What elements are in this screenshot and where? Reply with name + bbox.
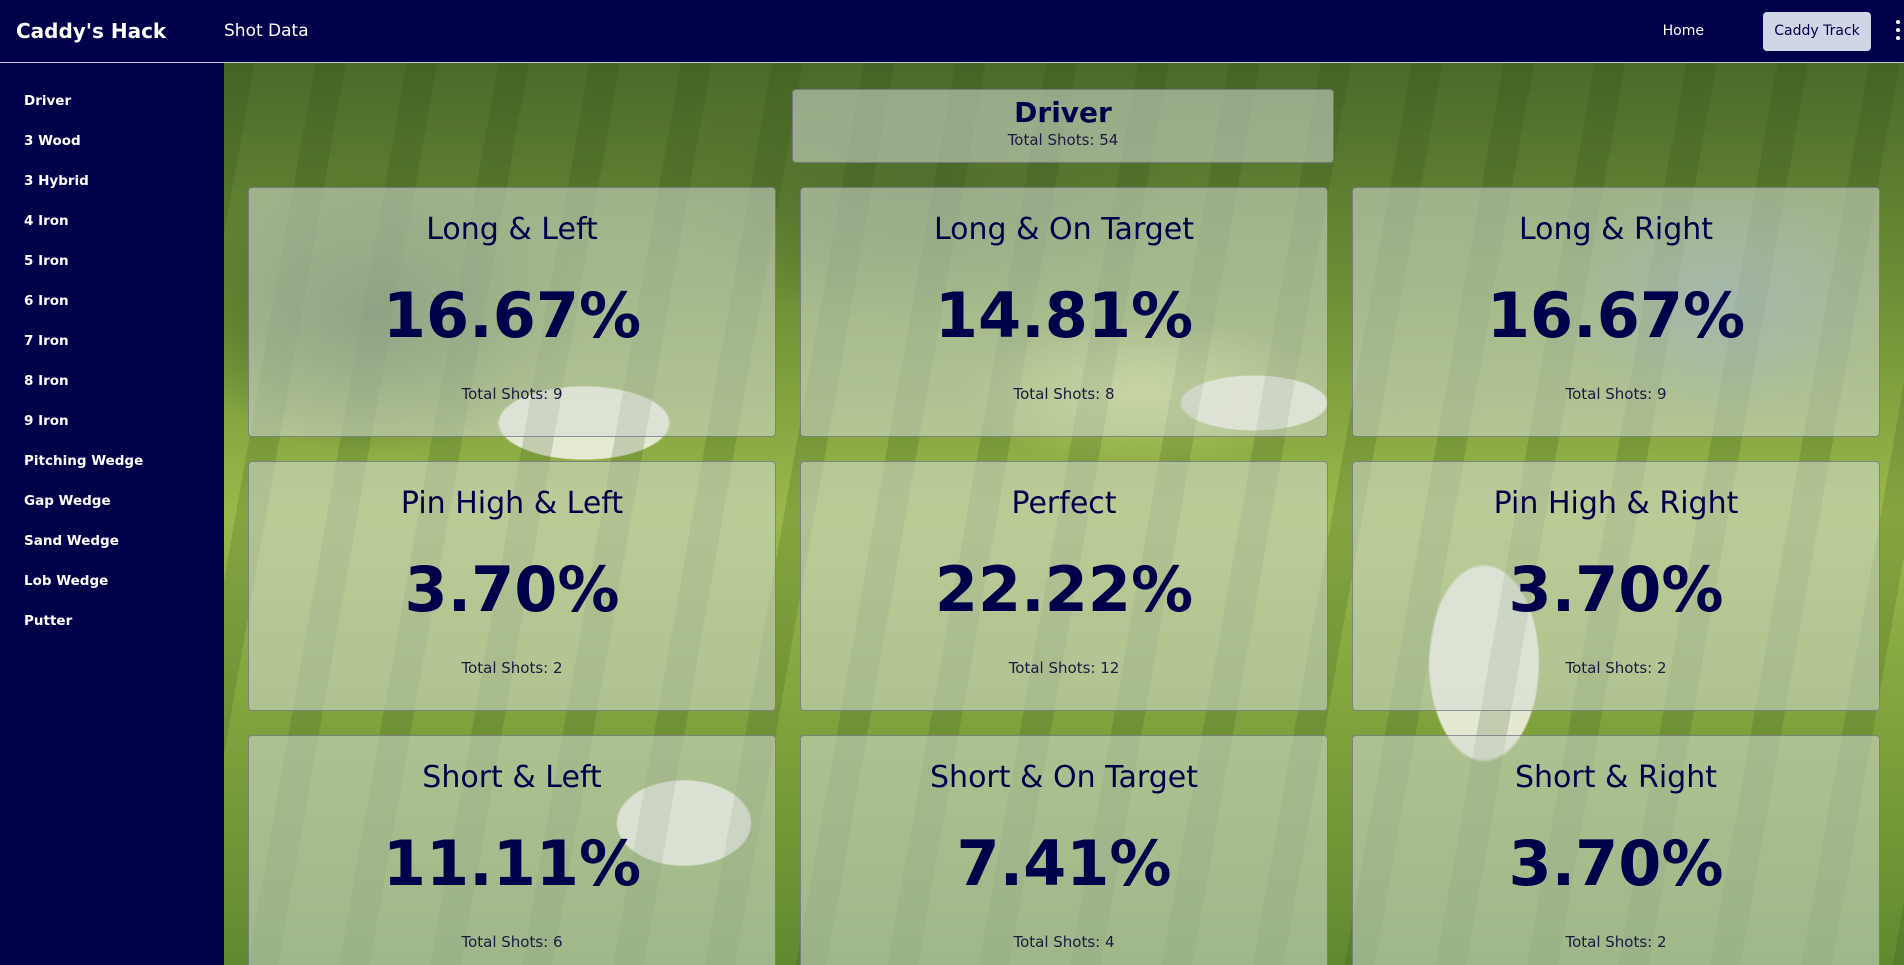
- page-title: Shot Data: [224, 21, 309, 41]
- card-title: Perfect: [1011, 486, 1117, 521]
- card-title: Pin High & Right: [1493, 486, 1739, 521]
- card-total-shots: Total Shots: 2: [1565, 659, 1667, 677]
- card-total-shots: Total Shots: 9: [1565, 385, 1667, 403]
- sidebar-item-8-iron[interactable]: 8 Iron: [0, 361, 224, 401]
- sidebar-item-pitching-wedge[interactable]: Pitching Wedge: [0, 441, 224, 481]
- card-title: Long & Right: [1518, 212, 1714, 247]
- card-percent: 3.70%: [1508, 553, 1724, 626]
- club-list: Driver 3 Wood 3 Hybrid 4 Iron 5 Iron 6 I…: [0, 63, 224, 641]
- sidebar-item-lob-wedge[interactable]: Lob Wedge: [0, 561, 224, 601]
- card-percent: 11.11%: [382, 827, 642, 900]
- card-percent: 3.70%: [1508, 827, 1724, 900]
- sidebar-item-gap-wedge[interactable]: Gap Wedge: [0, 481, 224, 521]
- sidebar-item-3-hybrid[interactable]: 3 Hybrid: [0, 161, 224, 201]
- card-percent: 16.67%: [1486, 279, 1746, 352]
- club-summary-header: Driver Total Shots: 54: [792, 89, 1334, 163]
- sidebar-item-7-iron[interactable]: 7 Iron: [0, 321, 224, 361]
- shot-card-short-on-target: Short & On Target 7.41% Total Shots: 4: [800, 735, 1328, 965]
- card-total-shots: Total Shots: 12: [1008, 659, 1120, 677]
- shot-data-main: Driver Total Shots: 54 Long & Left 16.67…: [224, 63, 1904, 965]
- shot-card-pin-high-left: Pin High & Left 3.70% Total Shots: 2: [248, 461, 776, 711]
- card-title: Long & Left: [426, 212, 598, 247]
- club-total-shots: Total Shots: 54: [1007, 131, 1119, 149]
- shot-card-short-left: Short & Left 11.11% Total Shots: 6: [248, 735, 776, 965]
- shot-card-long-left: Long & Left 16.67% Total Shots: 9: [248, 187, 776, 437]
- card-total-shots: Total Shots: 2: [461, 659, 563, 677]
- caddy-track-button[interactable]: Caddy Track: [1763, 12, 1871, 51]
- sidebar-item-6-iron[interactable]: 6 Iron: [0, 281, 224, 321]
- top-app-bar: Caddy's Hack Shot Data Home Caddy Track: [0, 0, 1904, 63]
- sidebar-item-9-iron[interactable]: 9 Iron: [0, 401, 224, 441]
- home-link[interactable]: Home: [1663, 0, 1704, 63]
- card-percent: 14.81%: [934, 279, 1194, 352]
- sidebar-item-putter[interactable]: Putter: [0, 601, 224, 641]
- card-total-shots: Total Shots: 6: [461, 933, 563, 951]
- card-total-shots: Total Shots: 9: [461, 385, 563, 403]
- sidebar-item-4-iron[interactable]: 4 Iron: [0, 201, 224, 241]
- card-total-shots: Total Shots: 2: [1565, 933, 1667, 951]
- card-title: Short & Left: [422, 760, 602, 795]
- card-title: Short & On Target: [930, 760, 1198, 795]
- card-title: Short & Right: [1515, 760, 1717, 795]
- shot-card-perfect: Perfect 22.22% Total Shots: 12: [800, 461, 1328, 711]
- sidebar-item-5-iron[interactable]: 5 Iron: [0, 241, 224, 281]
- sidebar-item-3-wood[interactable]: 3 Wood: [0, 121, 224, 161]
- shot-card-long-on-target: Long & On Target 14.81% Total Shots: 8: [800, 187, 1328, 437]
- card-title: Long & On Target: [933, 212, 1195, 247]
- shot-card-short-right: Short & Right 3.70% Total Shots: 2: [1352, 735, 1880, 965]
- app-root: Caddy's Hack Shot Data Home Caddy Track …: [0, 0, 1904, 965]
- card-title: Pin High & Left: [400, 486, 624, 521]
- card-percent: 7.41%: [956, 827, 1172, 900]
- card-percent: 3.70%: [404, 553, 620, 626]
- shot-card-long-right: Long & Right 16.67% Total Shots: 9: [1352, 187, 1880, 437]
- sidebar-item-driver[interactable]: Driver: [0, 81, 224, 121]
- shot-card-pin-high-right: Pin High & Right 3.70% Total Shots: 2: [1352, 461, 1880, 711]
- club-name: Driver: [1014, 96, 1112, 129]
- card-total-shots: Total Shots: 4: [1013, 933, 1115, 951]
- kebab-menu-icon[interactable]: [1894, 20, 1904, 44]
- card-percent: 22.22%: [934, 553, 1194, 626]
- sidebar-item-sand-wedge[interactable]: Sand Wedge: [0, 521, 224, 561]
- card-total-shots: Total Shots: 8: [1013, 385, 1115, 403]
- brand-title[interactable]: Caddy's Hack: [16, 0, 166, 63]
- club-sidebar: Driver 3 Wood 3 Hybrid 4 Iron 5 Iron 6 I…: [0, 63, 224, 965]
- card-percent: 16.67%: [382, 279, 642, 352]
